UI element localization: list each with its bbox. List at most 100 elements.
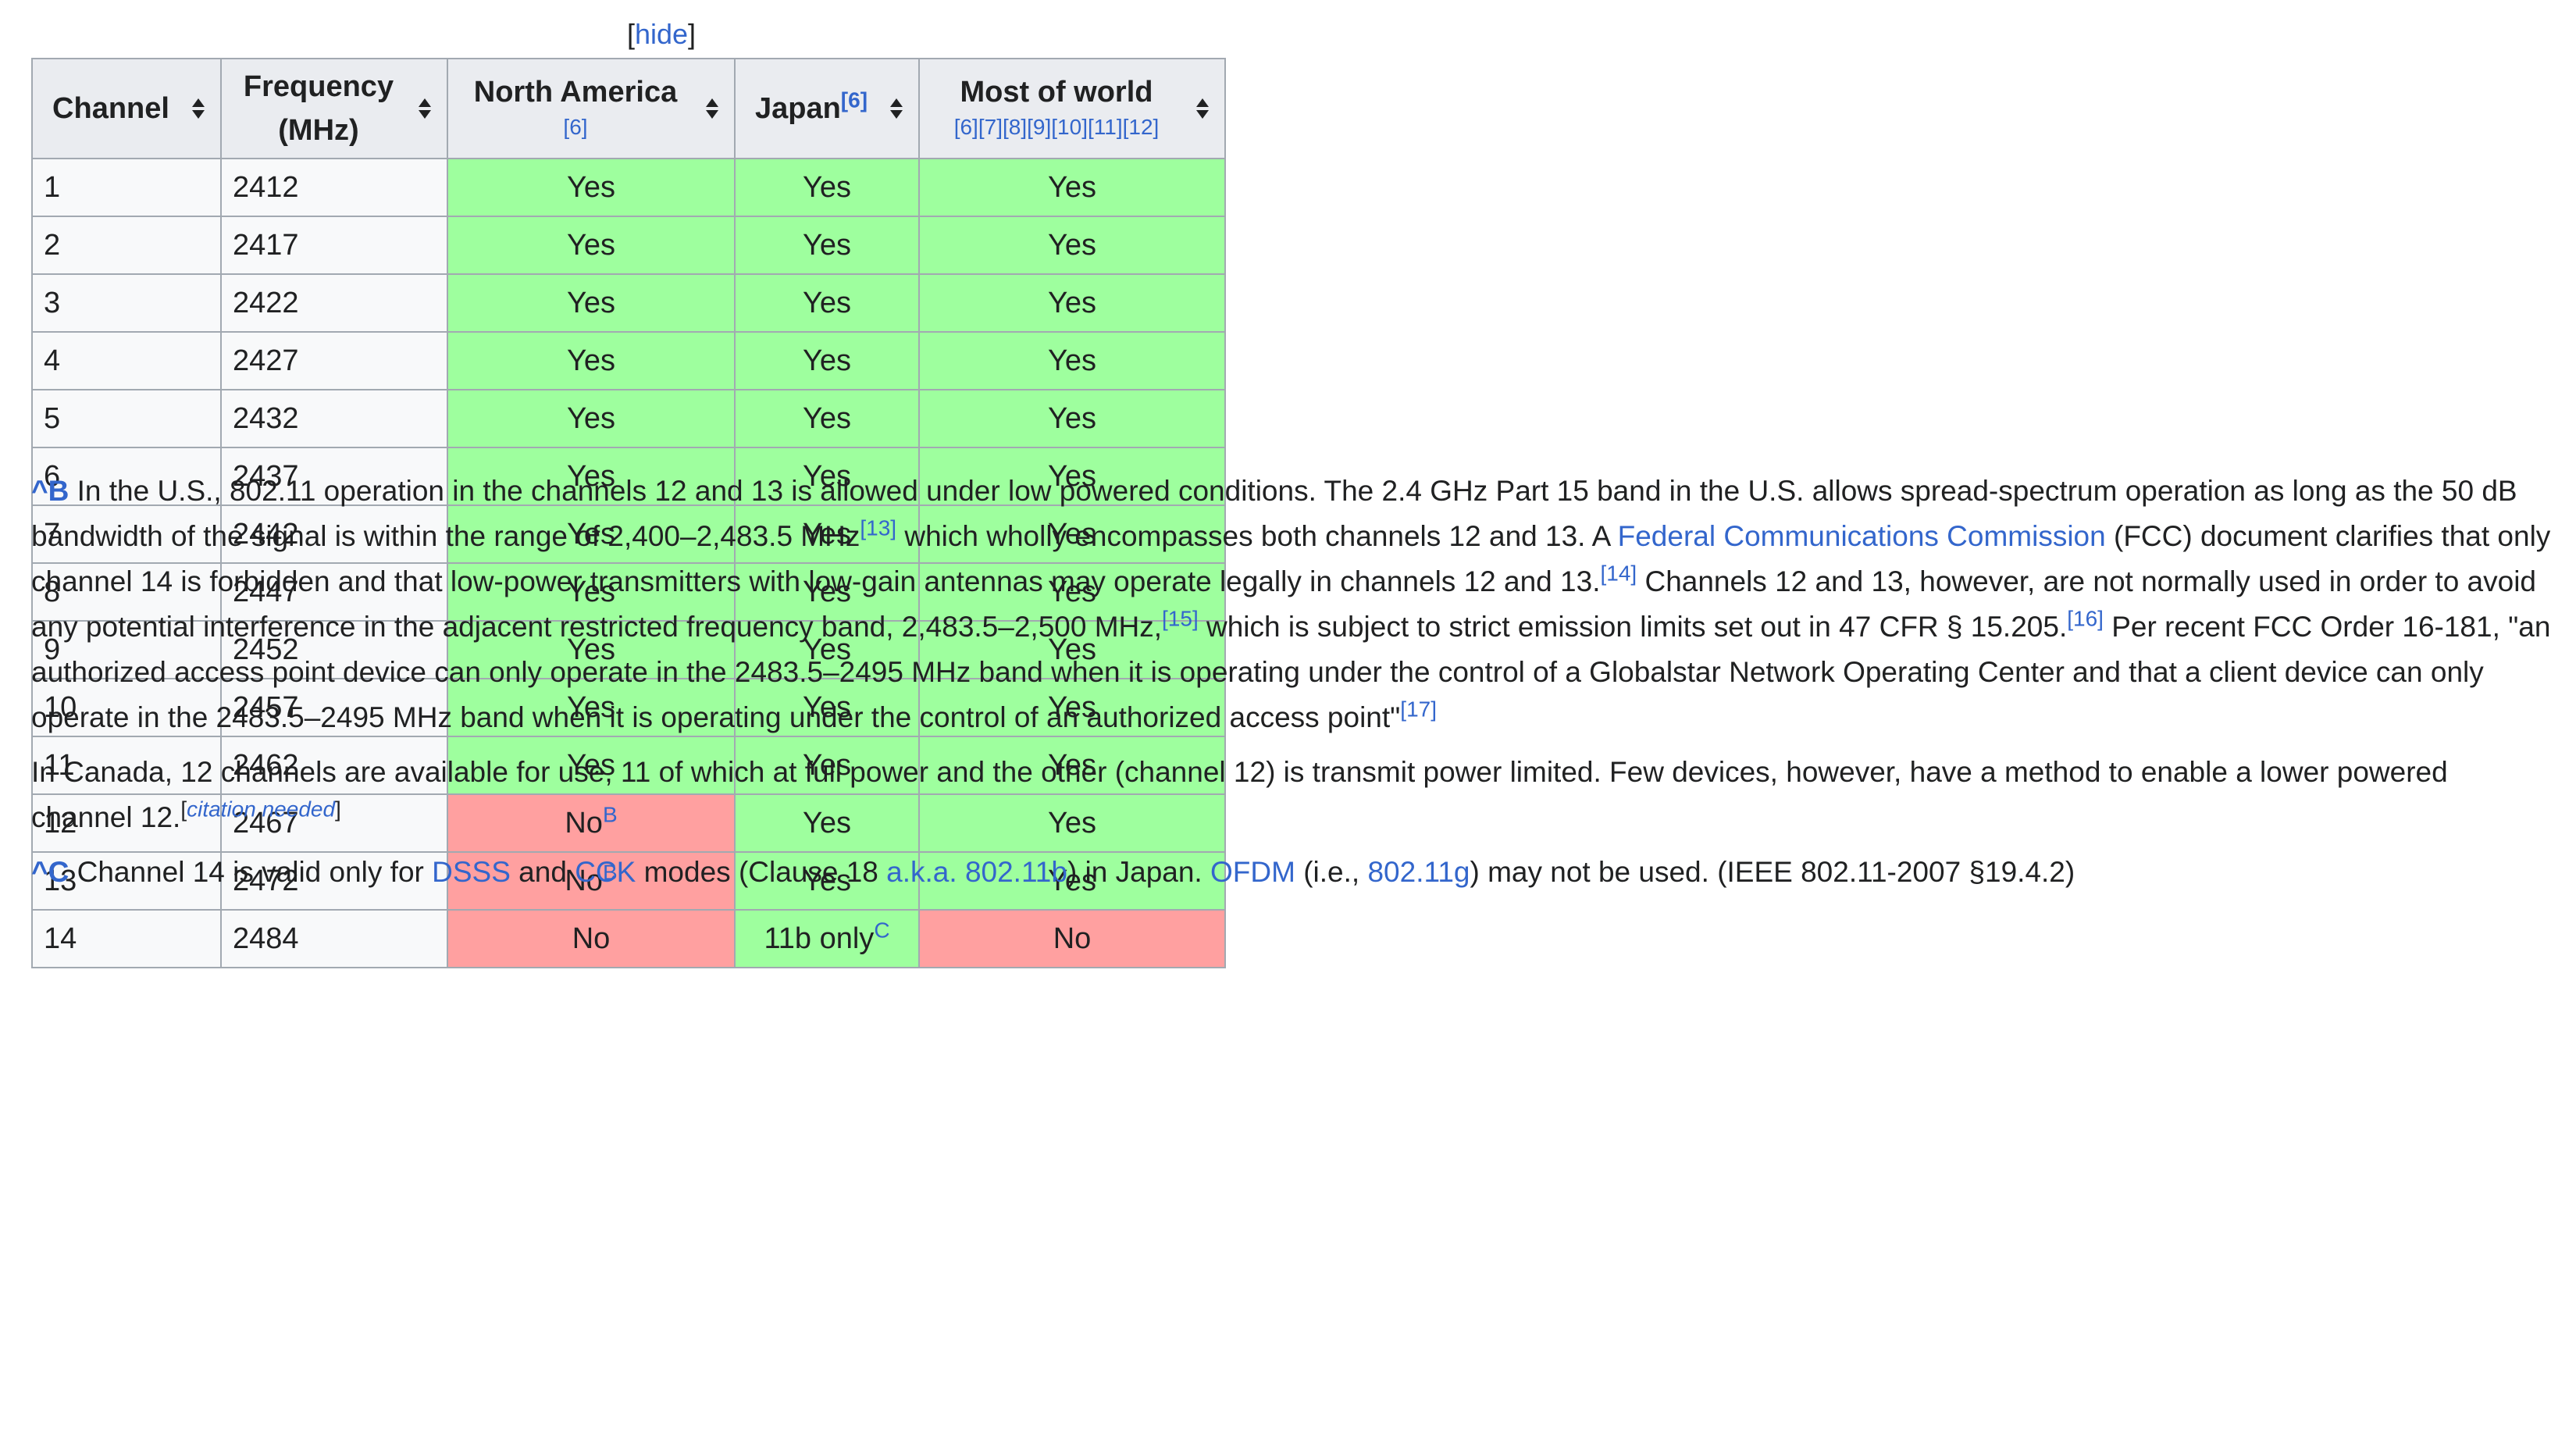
north-america-cell-text: No xyxy=(572,922,611,955)
citation-link[interactable]: [10] xyxy=(1051,115,1088,139)
frequency-cell-text: 2422 xyxy=(233,287,299,319)
footnote-text: Channel 14 is valid only for xyxy=(69,856,433,888)
table-row: 5 2432 Yes Yes Yes xyxy=(31,389,1226,448)
sort-icon[interactable] xyxy=(704,97,720,120)
japan-cell: Yes xyxy=(734,273,920,333)
citation-link[interactable]: [15] xyxy=(1162,607,1199,631)
header-channel[interactable]: Channel xyxy=(31,58,222,159)
japan-cell-text: 11b only xyxy=(764,922,875,955)
channel-cell: 1 xyxy=(31,158,222,217)
hide-bracket-open: [ xyxy=(626,18,635,50)
header-row: Channel Frequency (MHz) North America [6] … xyxy=(31,58,1226,159)
citation-link[interactable]: [6] xyxy=(954,115,978,139)
frequency-cell: 2422 xyxy=(220,273,448,333)
channel-cell-text: 3 xyxy=(44,287,61,319)
citation-link[interactable]: [12] xyxy=(1123,115,1160,139)
channel-cell: 14 xyxy=(31,909,222,968)
japan-cell-text: Yes xyxy=(803,229,851,262)
article-link[interactable]: CCK xyxy=(575,856,636,888)
citation-link[interactable]: [6] xyxy=(474,114,677,141)
footnote-text xyxy=(957,856,965,888)
article-link[interactable]: OFDM xyxy=(1210,856,1295,888)
channel-cell-text: 4 xyxy=(44,344,61,377)
hide-link[interactable]: hide xyxy=(635,18,688,50)
japan-cell: Yes xyxy=(734,158,920,217)
most-of-world-cell-text: Yes xyxy=(1048,344,1096,377)
channel-cell-text: 5 xyxy=(44,402,61,435)
sort-icon[interactable] xyxy=(889,97,904,120)
footnote-c-paragraph: ^C Channel 14 is valid only for DSSS and… xyxy=(31,850,2553,895)
world-citations: [6][7][8][9][10][11][12] xyxy=(954,114,1160,141)
citation-link[interactable]: [17] xyxy=(1400,697,1437,722)
article-link[interactable]: DSSS xyxy=(432,856,511,888)
table-row: 4 2427 Yes Yes Yes xyxy=(31,331,1226,390)
north-america-cell: Yes xyxy=(447,158,736,217)
north-america-cell: Yes xyxy=(447,273,736,333)
frequency-cell: 2427 xyxy=(220,331,448,390)
most-of-world-cell: Yes xyxy=(918,273,1226,333)
table-row: 2 2417 Yes Yes Yes xyxy=(31,216,1226,275)
header-north-america-text: North America xyxy=(473,76,678,109)
footnote-text: ) may not be used. (IEEE 802.11-2007 §19… xyxy=(1470,856,2075,888)
table-row: 1 2412 Yes Yes Yes xyxy=(31,158,1226,217)
japan-cell-text: Yes xyxy=(803,171,851,204)
most-of-world-cell: Yes xyxy=(918,158,1226,217)
citation-link[interactable]: [11] xyxy=(1088,115,1123,139)
hide-toggle-line: [hide] xyxy=(31,14,1292,55)
citation-needed-link[interactable]: citation needed xyxy=(187,797,335,822)
channel-cell: 5 xyxy=(31,389,222,448)
sort-icon[interactable] xyxy=(1195,97,1210,120)
citation-link[interactable]: [7] xyxy=(978,115,1003,139)
north-america-cell-text: Yes xyxy=(567,287,615,319)
most-of-world-cell: Yes xyxy=(918,389,1226,448)
header-frequency[interactable]: Frequency (MHz) xyxy=(220,58,448,159)
north-america-cell: Yes xyxy=(447,331,736,390)
most-of-world-cell-text: Yes xyxy=(1048,171,1096,204)
north-america-cell-text: Yes xyxy=(567,402,615,435)
most-of-world-cell: Yes xyxy=(918,331,1226,390)
footnote-text: (i.e., xyxy=(1295,856,1368,888)
north-america-cell-text: Yes xyxy=(567,171,615,204)
footnote-text: which is subject to strict emission limi… xyxy=(1198,611,2068,643)
channel-cell: 3 xyxy=(31,273,222,333)
footnote-text: modes (Clause 18 xyxy=(636,856,887,888)
sort-icon[interactable] xyxy=(191,97,206,120)
citation-link[interactable]: [9] xyxy=(1027,115,1051,139)
frequency-cell-text: 2432 xyxy=(233,402,299,435)
north-america-cell: Yes xyxy=(447,216,736,275)
article-link[interactable]: 802.11g xyxy=(1367,856,1470,888)
citation-link[interactable]: [13] xyxy=(860,516,896,540)
footnote-link[interactable]: C xyxy=(874,918,889,942)
header-japan[interactable]: Japan[6] xyxy=(734,58,920,159)
article-link[interactable]: Federal Communications Commission xyxy=(1618,520,2106,552)
most-of-world-cell-text: Yes xyxy=(1048,402,1096,435)
header-north-america[interactable]: North America [6] xyxy=(447,58,736,159)
table-row: 14 2484 No 11b onlyC No xyxy=(31,909,1226,968)
article-link[interactable]: 802.11b xyxy=(965,856,1067,888)
japan-cell-text: Yes xyxy=(803,344,851,377)
japan-cell: Yes xyxy=(734,216,920,275)
sort-icon[interactable] xyxy=(417,97,433,120)
frequency-cell: 2412 xyxy=(220,158,448,217)
japan-cell-text: Yes xyxy=(803,402,851,435)
most-of-world-cell: Yes xyxy=(918,216,1226,275)
header-world-text: Most of world xyxy=(960,76,1153,109)
footnote-b-backlink[interactable]: ^B xyxy=(31,475,69,507)
frequency-cell-text: 2412 xyxy=(233,171,299,204)
citation-link[interactable]: [8] xyxy=(1003,115,1027,139)
header-most-of-world[interactable]: Most of world [6][7][8][9][10][11][12] xyxy=(918,58,1226,159)
hide-bracket-close: ] xyxy=(688,18,697,50)
frequency-cell-text: 2417 xyxy=(233,229,299,262)
frequency-cell: 2432 xyxy=(220,389,448,448)
citation-link[interactable]: [6] xyxy=(841,87,868,112)
citation-link[interactable]: [16] xyxy=(2067,607,2104,631)
header-frequency-line1: Frequency xyxy=(243,70,394,103)
header-japan-text: Japan xyxy=(754,92,841,125)
most-of-world-cell-text: Yes xyxy=(1048,287,1096,319)
footnote-c-backlink[interactable]: ^C xyxy=(31,856,69,888)
north-america-cell-text: Yes xyxy=(567,229,615,262)
footnotes: ^B In the U.S., 802.11 operation in the … xyxy=(31,469,2553,895)
article-link[interactable]: a.k.a. xyxy=(886,856,957,888)
north-america-cell-text: Yes xyxy=(567,344,615,377)
citation-link[interactable]: [14] xyxy=(1600,562,1637,586)
